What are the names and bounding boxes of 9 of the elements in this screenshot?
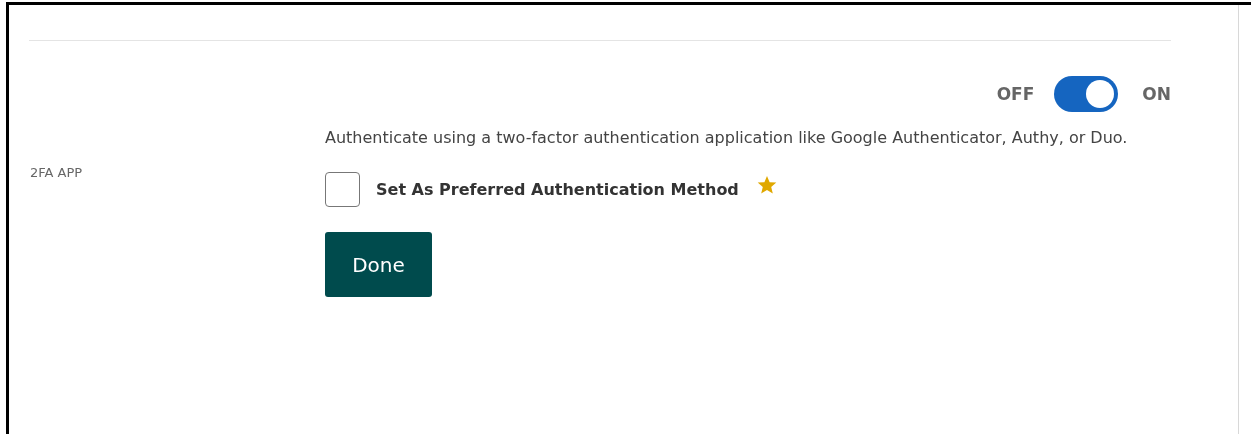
- star-icon: [756, 174, 777, 195]
- checkbox-label: Set As Preferred Authentication Method: [376, 180, 739, 199]
- checkbox[interactable]: [325, 172, 360, 207]
- off-label: OFF: [996, 84, 1035, 104]
- section-label: 2FA APP: [30, 164, 83, 180]
- toggle-switch[interactable]: [1054, 76, 1119, 112]
- done-button[interactable]: Done: [325, 232, 432, 297]
- on-label: ON: [1142, 84, 1171, 104]
- description-text: Authenticate using a two-factor authentication application like Google Authenticator, Authy, or Duo.: [325, 127, 1129, 149]
